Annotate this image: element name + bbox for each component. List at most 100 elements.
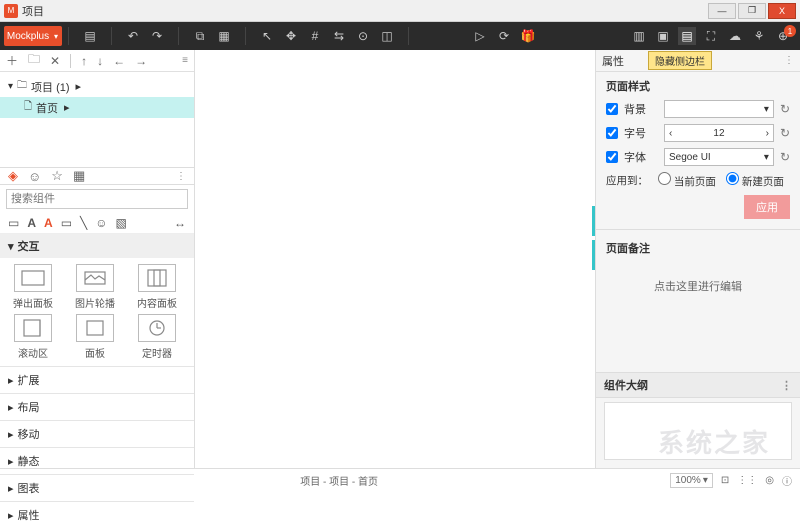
delete-icon[interactable]: ✕ <box>50 54 60 68</box>
sync-icon[interactable]: ⟳ <box>495 27 513 45</box>
expand-icon[interactable]: ⛶ <box>702 27 720 45</box>
page-tree: ▾ 🗀 项目 (1) ▸ 🗋 首页 ▸ <box>0 72 194 167</box>
preview-icon[interactable]: ▣ <box>654 27 672 45</box>
cat-layout[interactable]: ▸布局 <box>0 393 194 420</box>
left-panel: ＋ 🗀 ✕ ↑ ↓ ← → ≡ ▾ 🗀 项目 (1) ▸ 🗋 首页 ▸ ◈ <box>0 50 195 468</box>
indent-icon[interactable]: → <box>135 54 147 68</box>
cat-extend[interactable]: ▸扩展 <box>0 366 194 393</box>
group-icon[interactable]: ⧉ <box>191 27 209 45</box>
minimize-button[interactable]: — <box>708 3 736 19</box>
ruler-icon[interactable]: ⋮⋮ <box>737 475 757 486</box>
move-icon[interactable]: ✥ <box>282 27 300 45</box>
smiley-icon[interactable]: ☺ <box>95 216 107 230</box>
link-icon[interactable]: ⇆ <box>330 27 348 45</box>
radio-current-page[interactable]: 当前页面 <box>658 172 716 189</box>
remark-editor[interactable]: 点击这里进行编辑 <box>606 262 790 310</box>
library-tabs: ◈ ☺ ☆ ▦ ⋮ <box>0 167 194 185</box>
font-label: 字体 <box>624 149 658 165</box>
undo-icon[interactable]: ↶ <box>124 27 142 45</box>
properties-tab[interactable]: 属性 <box>602 53 624 69</box>
fontsize-checkbox[interactable] <box>606 127 618 139</box>
add-folder-icon[interactable]: 🗀 <box>28 50 40 71</box>
project-name: 项目 (1) <box>31 79 70 95</box>
font-field[interactable]: Segoe UI▾ <box>664 148 774 166</box>
lib-more-icon[interactable]: ⋮ <box>176 171 186 182</box>
image-shape-icon[interactable]: ▧ <box>116 216 127 230</box>
sidebar-right-icon[interactable]: ▤ <box>678 27 696 45</box>
rect-icon[interactable]: ▭ <box>8 216 19 230</box>
resize-handle-a[interactable] <box>592 206 595 236</box>
comp-content-panel[interactable]: 内容面板 <box>128 264 186 310</box>
move-up-icon[interactable]: ↑ <box>81 54 87 68</box>
text-icon[interactable]: A <box>27 216 36 230</box>
cat-chart[interactable]: ▸图表 <box>0 474 194 501</box>
section-remark: 页面备注 <box>606 240 790 256</box>
redo-icon[interactable]: ↷ <box>148 27 166 45</box>
radio-new-pages[interactable]: 新建页面 <box>726 172 784 189</box>
button-icon[interactable]: ▭ <box>61 216 72 230</box>
fontsize-label: 字号 <box>624 125 658 141</box>
snap-icon[interactable]: ◎ <box>765 475 774 486</box>
ungroup-icon[interactable]: ▦ <box>215 27 233 45</box>
pages-menu-icon[interactable]: ≡ <box>182 55 188 66</box>
notification-badge[interactable]: 1 <box>784 25 796 37</box>
font-checkbox[interactable] <box>606 151 618 163</box>
tree-project[interactable]: ▾ 🗀 项目 (1) ▸ <box>0 76 194 97</box>
apply-button[interactable]: 应用 <box>744 195 790 219</box>
fontsize-reset-icon[interactable]: ↻ <box>780 126 790 140</box>
add-page-icon[interactable]: ＋ <box>6 52 18 69</box>
grid-icon[interactable]: # <box>306 27 324 45</box>
resize-handle-b[interactable] <box>592 240 595 270</box>
bg-checkbox[interactable] <box>606 103 618 115</box>
outline-tree[interactable] <box>604 402 792 460</box>
page-icon: 🗋 <box>24 99 32 116</box>
cat-mobile[interactable]: ▸移动 <box>0 420 194 447</box>
panel-menu-icon[interactable]: ⋮ <box>784 55 794 66</box>
lib-favorites-icon[interactable]: ☆ <box>51 168 63 184</box>
tree-page-home[interactable]: 🗋 首页 ▸ <box>0 97 194 118</box>
outline-menu-icon[interactable]: ⋮ <box>781 379 792 392</box>
folder-icon: 🗀 <box>17 78 27 95</box>
share-icon[interactable]: ⚘ <box>750 27 768 45</box>
component-search-input[interactable] <box>6 189 188 209</box>
design-canvas[interactable] <box>195 50 595 468</box>
lib-icons-icon[interactable]: ☺ <box>28 169 41 184</box>
fit-icon[interactable]: ⊡ <box>721 475 729 486</box>
sidebar-left-icon[interactable]: ▥ <box>630 27 648 45</box>
file-icon[interactable]: ▤ <box>81 27 99 45</box>
play-icon[interactable]: ▷ <box>471 27 489 45</box>
bg-reset-icon[interactable]: ↻ <box>780 102 790 116</box>
info-icon[interactable]: ⓘ <box>782 473 792 488</box>
line-icon[interactable]: ╲ <box>80 216 87 230</box>
fontsize-field[interactable]: ‹12› <box>664 124 774 142</box>
cloud-icon[interactable]: ☁ <box>726 27 744 45</box>
more-shapes-icon[interactable]: ↔ <box>174 216 186 230</box>
comp-carousel[interactable]: 图片轮播 <box>66 264 124 310</box>
image-icon[interactable]: ◫ <box>378 27 396 45</box>
comment-icon[interactable]: ⊙ <box>354 27 372 45</box>
bg-color-field[interactable]: ▾ <box>664 100 774 118</box>
chevron-down-icon: ▾ <box>8 240 14 253</box>
font-reset-icon[interactable]: ↻ <box>780 150 790 164</box>
comp-panel[interactable]: 面板 <box>66 314 124 360</box>
comp-scroll-area[interactable]: 滚动区 <box>4 314 62 360</box>
move-down-icon[interactable]: ↓ <box>97 54 103 68</box>
section-page-style: 页面样式 <box>606 78 790 94</box>
cursor-icon[interactable]: ↖ <box>258 27 276 45</box>
restore-button[interactable]: ❐ <box>738 3 766 19</box>
outdent-icon[interactable]: ← <box>113 54 125 68</box>
comp-popup-panel[interactable]: 弹出面板 <box>4 264 62 310</box>
close-button[interactable]: X <box>768 3 796 19</box>
cat-props[interactable]: ▸属性 <box>0 501 194 528</box>
category-interact[interactable]: ▾ 交互 <box>0 234 194 258</box>
export-icon[interactable]: 🎁 <box>519 27 537 45</box>
comp-timer[interactable]: 定时器 <box>128 314 186 360</box>
outline-title: 组件大纲 <box>604 377 648 393</box>
brand-menu[interactable]: Mockplus <box>4 26 62 46</box>
bg-label: 背景 <box>624 101 658 117</box>
zoom-control[interactable]: 100%▾ <box>670 473 713 488</box>
text-color-icon[interactable]: A <box>44 216 53 230</box>
lib-components-icon[interactable]: ◈ <box>8 168 18 184</box>
cat-static[interactable]: ▸静态 <box>0 447 194 474</box>
lib-masters-icon[interactable]: ▦ <box>73 168 85 184</box>
